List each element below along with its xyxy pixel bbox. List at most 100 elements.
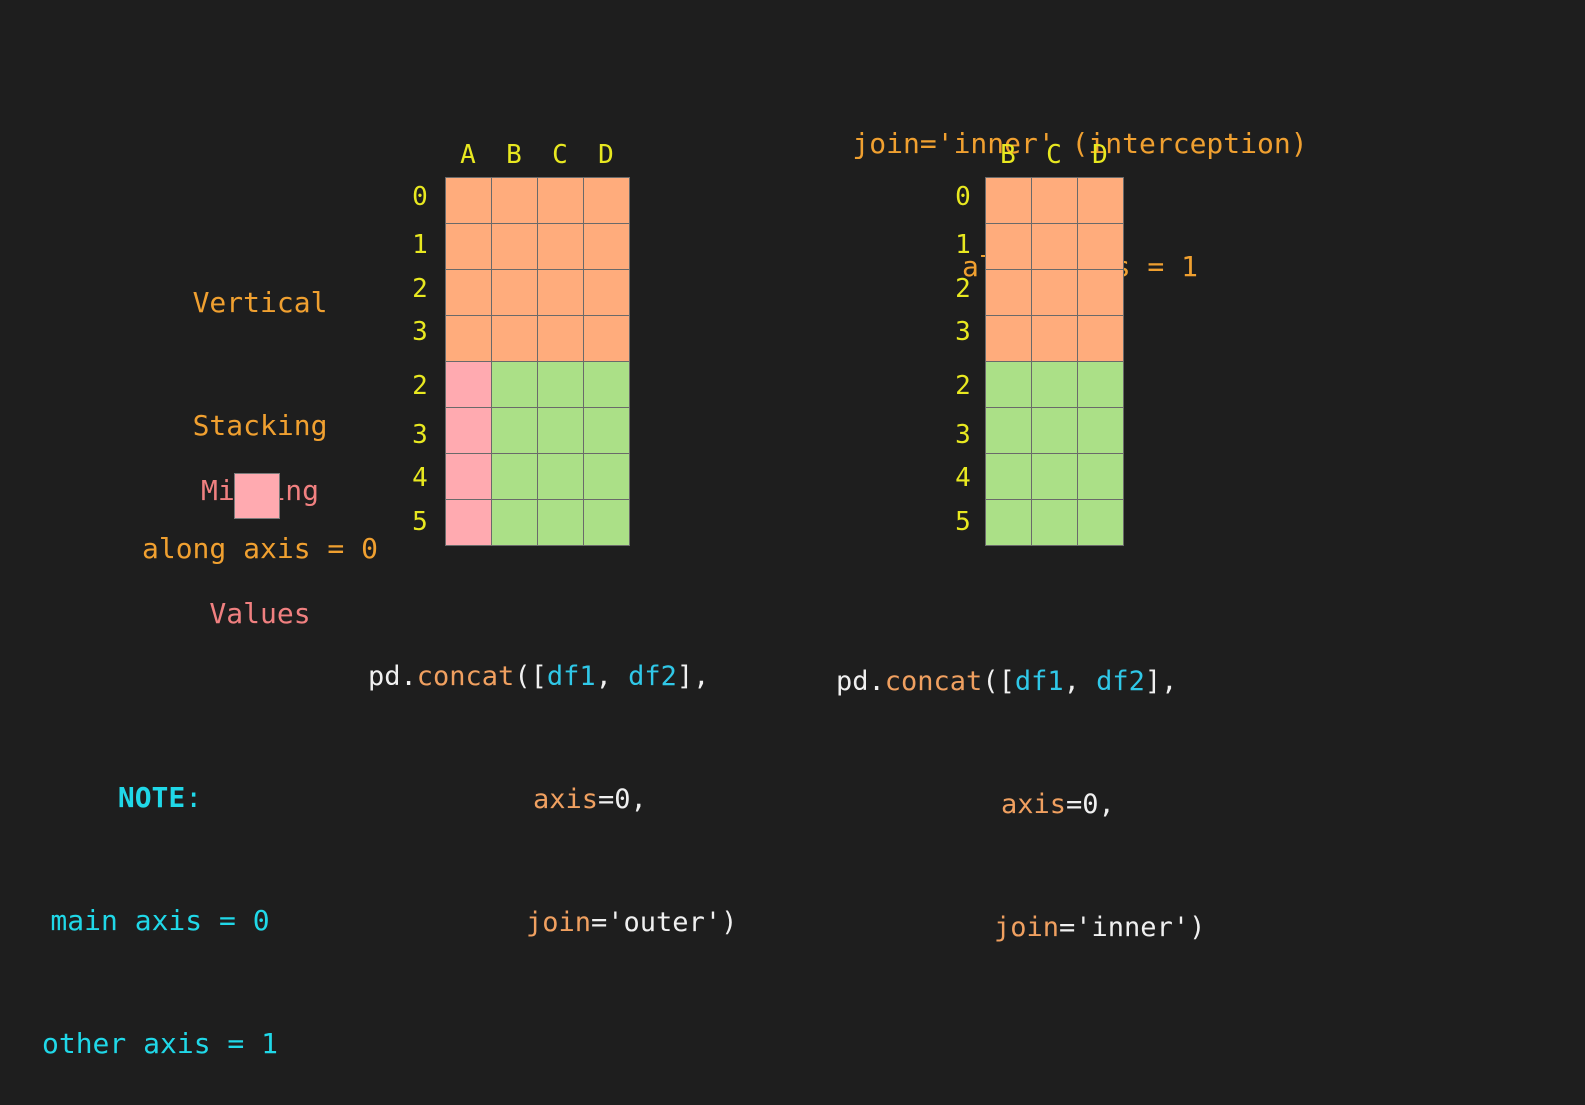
df1-cell: [1031, 223, 1078, 270]
right-code-line-2: axis=0,: [1001, 789, 1115, 820]
df1-cell: [537, 177, 584, 224]
left-col-header-c: C: [552, 140, 568, 170]
left-code-snippet: pd.concat([df1, df2], axis=0, join='oute…: [368, 574, 737, 984]
left-row-label: 2: [412, 274, 428, 304]
right-col-header-b: B: [1000, 140, 1016, 170]
df2-cell: [583, 361, 630, 408]
df1-cell: [1077, 223, 1124, 270]
df2-row: [445, 499, 630, 546]
missing-cell: [445, 499, 492, 546]
df2-cell: [985, 361, 1032, 408]
left-result-table: [445, 177, 630, 546]
df2-row: [445, 407, 630, 454]
right-code-snippet: pd.concat([df1, df2], axis=0, join='inne…: [836, 579, 1205, 989]
df2-cell: [583, 499, 630, 546]
df2-cell: [1077, 453, 1124, 500]
df1-row: [445, 315, 630, 362]
right-row-label: 3: [955, 420, 971, 450]
df1-cell: [985, 177, 1032, 224]
df1-cell: [491, 223, 538, 270]
df2-cell: [985, 453, 1032, 500]
df1-cell: [445, 269, 492, 316]
df2-cell: [491, 407, 538, 454]
df2-cell: [537, 453, 584, 500]
df1-cell: [1077, 177, 1124, 224]
df1-cell: [583, 315, 630, 362]
df2-cell: [491, 361, 538, 408]
df1-cell: [1031, 269, 1078, 316]
df1-cell: [445, 223, 492, 270]
df2-cell: [583, 407, 630, 454]
df2-cell: [1031, 361, 1078, 408]
left-code-line-1: pd.concat([df1, df2],: [368, 661, 710, 692]
right-code-line-3: join='inner'): [994, 912, 1206, 943]
left-row-label: 5: [412, 507, 428, 537]
right-row-label: 4: [955, 463, 971, 493]
right-col-header-c: C: [1046, 140, 1062, 170]
left-row-label: 3: [412, 420, 428, 450]
df1-cell: [985, 223, 1032, 270]
df2-cell: [537, 499, 584, 546]
left-code-line-3: join='outer'): [526, 907, 738, 938]
right-row-label: 0: [955, 182, 971, 212]
missing-line-2: Values: [209, 597, 311, 630]
missing-cell: [445, 453, 492, 500]
df2-cell: [1077, 407, 1124, 454]
df1-cell: [583, 269, 630, 316]
df2-cell: [537, 407, 584, 454]
df2-cell: [1031, 453, 1078, 500]
df2-row: [985, 453, 1124, 500]
left-row-label: 1: [412, 230, 428, 260]
df1-cell: [1031, 177, 1078, 224]
note-colon: :: [185, 781, 203, 814]
note-line-2: other axis = 1: [41, 1027, 278, 1060]
left-col-header-b: B: [506, 140, 522, 170]
right-row-label: 2: [955, 371, 971, 401]
df1-cell: [537, 223, 584, 270]
note-line-1: main axis = 0: [50, 904, 270, 937]
df1-cell: [583, 177, 630, 224]
missing-values-swatch: [234, 473, 280, 519]
left-row-label: 2: [412, 371, 428, 401]
right-row-label: 3: [955, 317, 971, 347]
df2-row: [985, 407, 1124, 454]
df1-cell: [491, 177, 538, 224]
left-row-label: 0: [412, 182, 428, 212]
df1-cell: [1077, 269, 1124, 316]
df2-cell: [1031, 499, 1078, 546]
df1-cell: [537, 315, 584, 362]
df1-row: [985, 177, 1124, 224]
df2-row: [985, 499, 1124, 546]
missing-cell: [445, 361, 492, 408]
right-row-label: 1: [955, 230, 971, 260]
df2-row: [445, 453, 630, 500]
df1-cell: [491, 269, 538, 316]
df2-cell: [1077, 361, 1124, 408]
df1-row: [985, 223, 1124, 270]
df1-cell: [1077, 315, 1124, 362]
df2-cell: [1031, 407, 1078, 454]
right-row-label: 2: [955, 274, 971, 304]
df2-cell: [537, 361, 584, 408]
note-title: NOTE: [117, 781, 186, 814]
df2-cell: [491, 453, 538, 500]
missing-cell: [445, 407, 492, 454]
left-code-line-2: axis=0,: [533, 784, 647, 815]
df1-cell: [985, 269, 1032, 316]
left-col-header-a: A: [460, 140, 476, 170]
df1-row: [985, 269, 1124, 316]
df2-cell: [583, 453, 630, 500]
df1-cell: [491, 315, 538, 362]
df1-cell: [445, 315, 492, 362]
df1-cell: [1031, 315, 1078, 362]
df2-row: [985, 361, 1124, 408]
df1-cell: [537, 269, 584, 316]
right-row-label: 5: [955, 507, 971, 537]
left-col-header-d: D: [598, 140, 614, 170]
right-col-header-d: D: [1092, 140, 1108, 170]
df2-cell: [491, 499, 538, 546]
df1-row: [445, 269, 630, 316]
right-result-table: [985, 177, 1124, 546]
df1-row: [985, 315, 1124, 362]
left-row-label: 4: [412, 463, 428, 493]
